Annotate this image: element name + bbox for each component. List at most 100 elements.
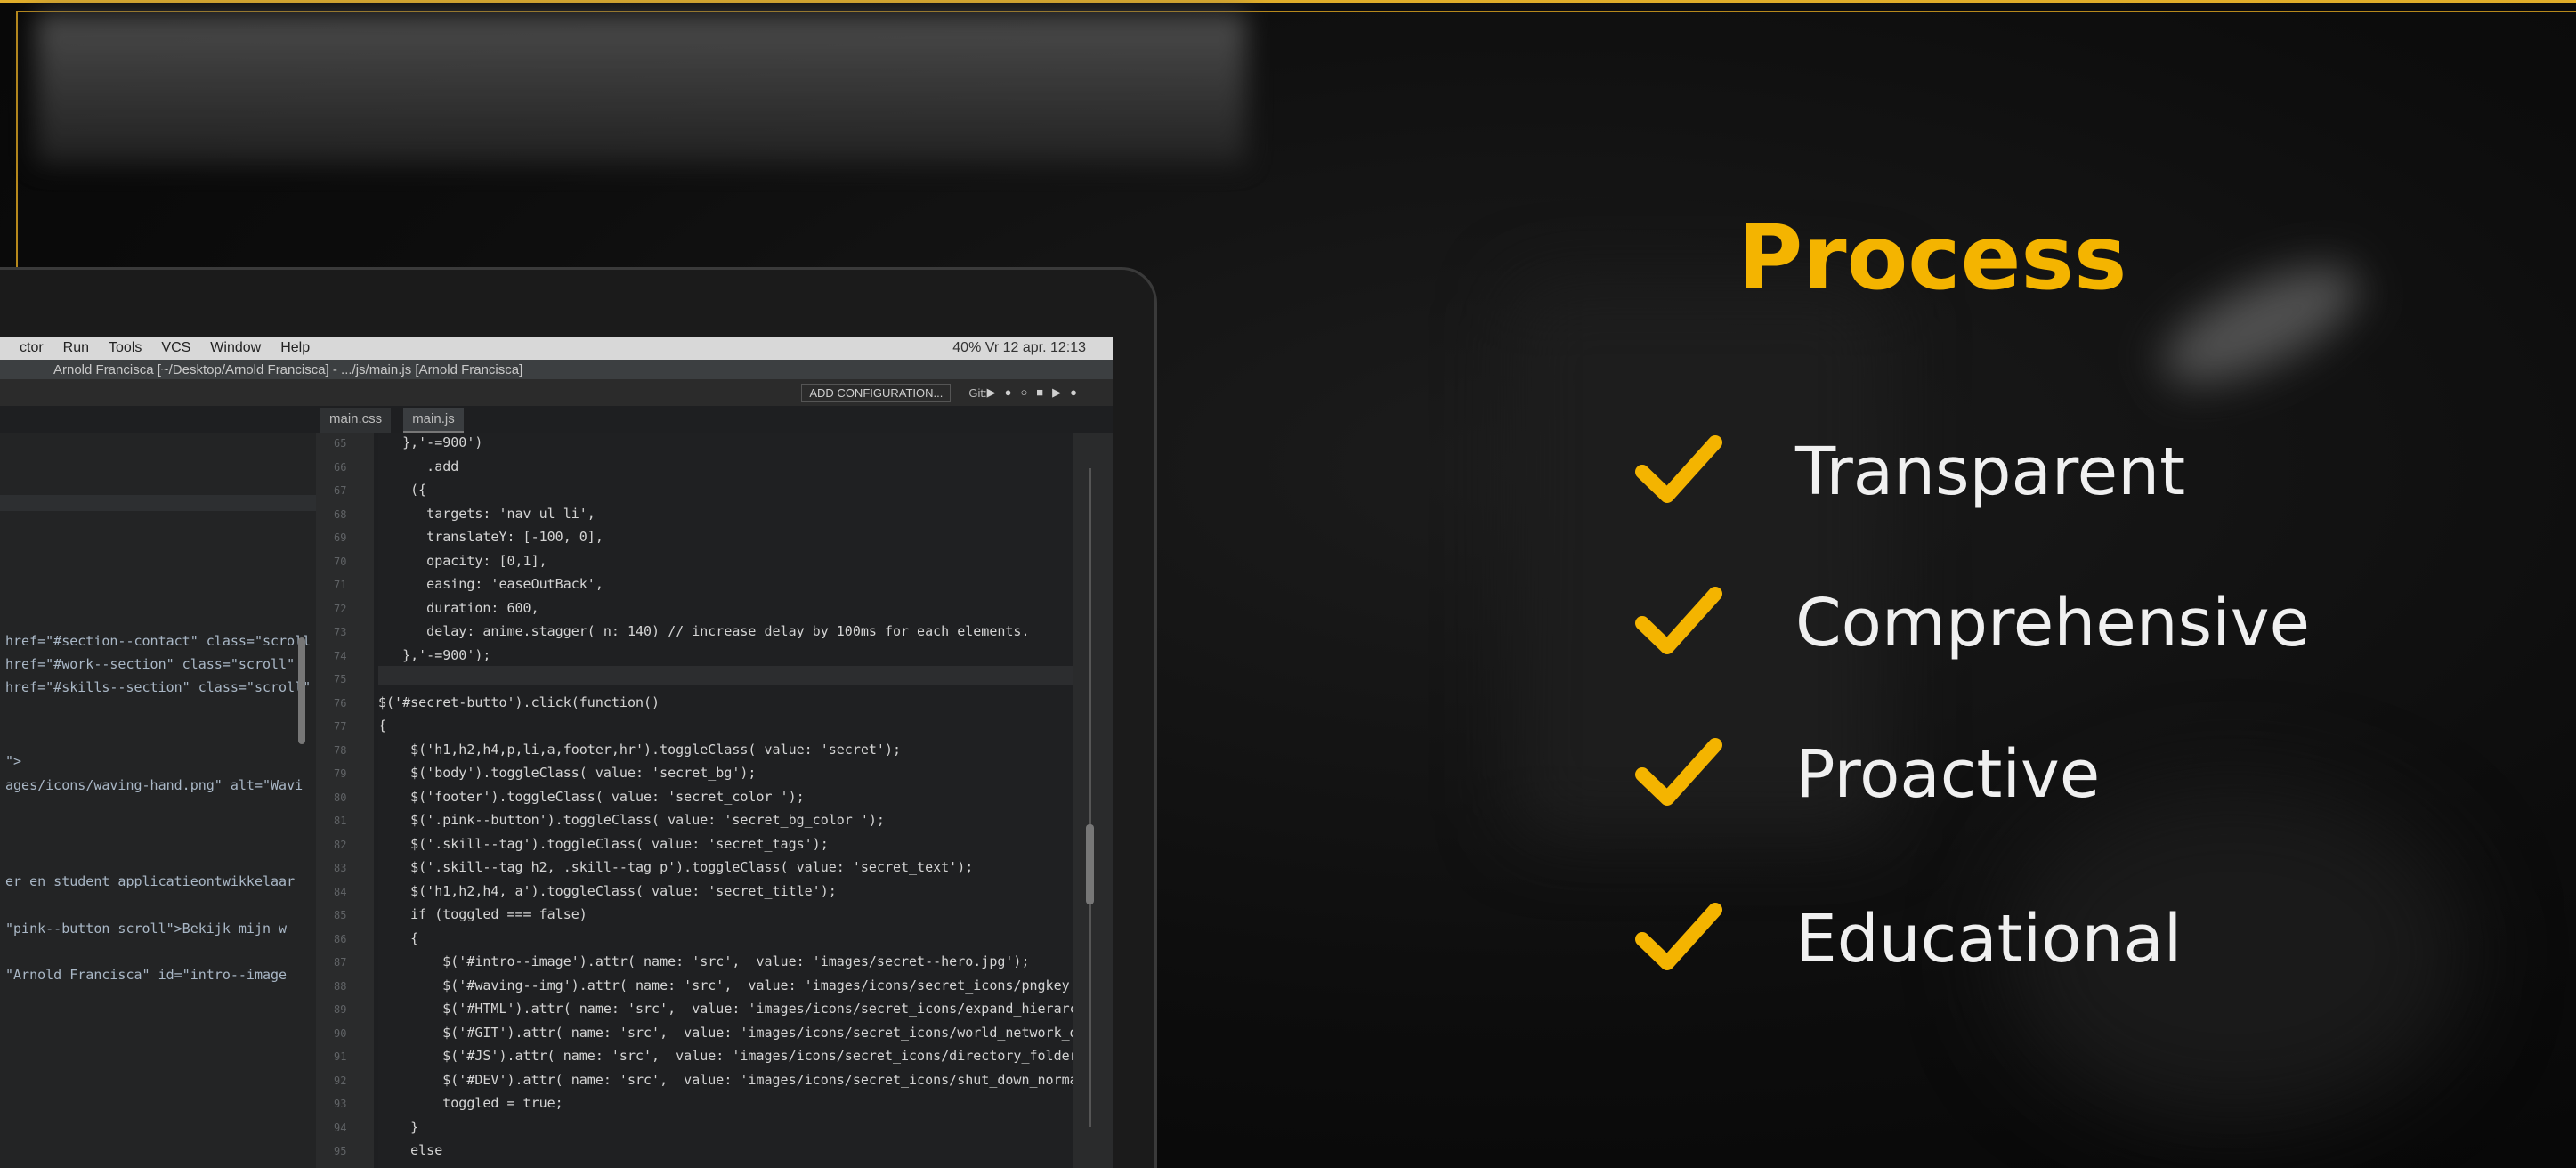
line-number: 85 (334, 909, 347, 921)
ide-toolbar: ADD CONFIGURATION... Git: ▶●○■▶● (0, 379, 1113, 406)
process-item: Proactive (1633, 734, 2434, 815)
line-number: 78 (334, 743, 347, 757)
line-number: 76 (334, 696, 347, 710)
tab-main-css: main.css (320, 408, 392, 433)
code-line: $('body').toggleClass( value: 'secret_bg… (378, 765, 757, 781)
line-number: 87 (334, 956, 347, 969)
scrollbar-thumb (1086, 824, 1094, 904)
code-line: { (378, 929, 419, 946)
code-line: opacity: [0,1], (378, 552, 547, 569)
slide: ctor Run Tools VCS Window Help 40% Vr 12… (0, 0, 2576, 1168)
code-line: $('#waving--img').attr( name: 'src', val… (378, 977, 1073, 994)
html-editor-pane: href="#section--contact" class="scroll h… (0, 433, 316, 1168)
code-line: $('.skill--tag h2, .skill--tag p').toggl… (378, 859, 974, 875)
line-number: 92 (334, 1074, 347, 1087)
code-line: delay: anime.stagger( n: 140) // increas… (378, 623, 1030, 639)
code-line: $('#secret-butto').click(function() (378, 694, 660, 710)
line-number: 66 (334, 460, 347, 474)
line-number: 65 (334, 437, 347, 450)
code-line: $('h1,h2,h4,p,li,a,footer,hr').toggleCla… (378, 741, 901, 758)
line-number: 86 (334, 932, 347, 945)
line-number: 75 (334, 673, 347, 685)
process-item: Comprehensive (1633, 583, 2434, 663)
code-line: else (378, 1142, 443, 1158)
line-number: 79 (334, 767, 347, 780)
frame-top-border (16, 11, 2576, 12)
line-number: 73 (334, 626, 347, 638)
mac-menubar: ctor Run Tools VCS Window Help 40% Vr 12… (0, 337, 1113, 360)
process-item-label: Transparent (1795, 434, 2186, 510)
top-accent-line (0, 0, 2576, 3)
code-line: $('#JS').attr( name: 'src', value: 'imag… (378, 1048, 1073, 1064)
tab-main-js: main.js (403, 408, 464, 433)
code-line: $('h1,h2,h4, a').toggleClass( value: 'se… (378, 882, 837, 899)
code-line: easing: 'easeOutBack', (378, 576, 603, 592)
line-number: 72 (334, 602, 347, 615)
editor-tabs: main.css main.js (320, 408, 464, 433)
process-item-label: Proactive (1795, 736, 2101, 813)
code-line: } (378, 1118, 419, 1135)
js-code-pane: },'-=900') .add ({ targets: 'nav ul li',… (378, 433, 1073, 1168)
line-number: 81 (334, 815, 347, 827)
code-line: $('footer').toggleClass( value: 'secret_… (378, 788, 805, 805)
process-item-label: Educational (1795, 901, 2183, 977)
laptop-photo: ctor Run Tools VCS Window Help 40% Vr 12… (0, 267, 1157, 1168)
process-item: Educational (1633, 899, 2434, 979)
checkmark-icon (1635, 435, 1722, 503)
line-number: 71 (334, 579, 347, 591)
code-line: href="#section--contact" class="scroll (5, 633, 312, 649)
code-line: },'-=900'); (378, 646, 491, 663)
checkmark-icon (1635, 738, 1722, 806)
code-line: "Arnold Francisca" id="intro--image (5, 967, 288, 983)
laptop-screen: ctor Run Tools VCS Window Help 40% Vr 12… (0, 337, 1113, 1168)
code-line: ({ (378, 482, 427, 498)
current-line-highlight (378, 666, 1073, 685)
background-blur-light (2147, 243, 2375, 407)
line-number: 67 (334, 484, 347, 497)
code-line: if (toggled === false) (378, 906, 587, 922)
menu-item: Run (62, 340, 90, 355)
menubar-status: 40% Vr 12 apr. 12:13 (952, 340, 1086, 355)
line-number: 74 (334, 649, 347, 662)
code-line: .add (378, 458, 459, 474)
line-number: 69 (334, 531, 347, 544)
code-line: $('#GIT').attr( name: 'src', value: 'ima… (378, 1024, 1073, 1041)
menu-item: Window (210, 340, 262, 355)
line-number: 68 (334, 507, 347, 521)
line-number: 82 (334, 838, 347, 851)
ide-titlebar: Arnold Francisca [~/Desktop/Arnold Franc… (0, 360, 1113, 379)
code-line: toggled = true; (378, 1095, 563, 1111)
checkmark-icon (1635, 903, 1722, 970)
code-line: "> (5, 753, 22, 769)
code-line: ages/icons/waving-hand.png" alt="Wavi (5, 777, 304, 793)
line-number: 84 (334, 885, 347, 898)
code-line: translateY: [-100, 0], (378, 529, 603, 545)
slide-title: Process (1738, 206, 2127, 310)
menu-item: Tools (109, 340, 142, 355)
process-item-label: Comprehensive (1795, 585, 2311, 661)
process-item: Transparent (1633, 432, 2434, 512)
code-line: targets: 'nav ul li', (378, 505, 595, 522)
menu-item: Help (280, 340, 311, 355)
toolbar-icons: ▶●○■▶● (986, 385, 1086, 399)
line-number: 94 (334, 1121, 347, 1134)
line-number: 90 (334, 1026, 347, 1040)
menu-item: ctor (20, 340, 44, 355)
checkmark-icon (1635, 587, 1722, 654)
editor-scrollbar (1073, 433, 1113, 1168)
add-configuration-button: ADD CONFIGURATION... (801, 383, 952, 402)
code-line: $('.skill--tag').toggleClass( value: 'se… (378, 835, 829, 852)
code-line: { (378, 718, 387, 734)
line-number: 95 (334, 1145, 347, 1157)
code-line: $('.pink--button').toggleClass( value: '… (378, 812, 885, 828)
line-number: 83 (334, 862, 347, 874)
background-blurred-sign (36, 13, 1246, 165)
line-number: 77 (334, 720, 347, 733)
selection-row (0, 495, 316, 511)
code-line: duration: 600, (378, 599, 539, 616)
code-line: },'-=900') (378, 434, 483, 450)
vcs-label: Git: (968, 385, 987, 400)
menu-item: VCS (161, 340, 191, 355)
line-number: 88 (334, 979, 347, 993)
line-number: 89 (334, 1003, 347, 1016)
